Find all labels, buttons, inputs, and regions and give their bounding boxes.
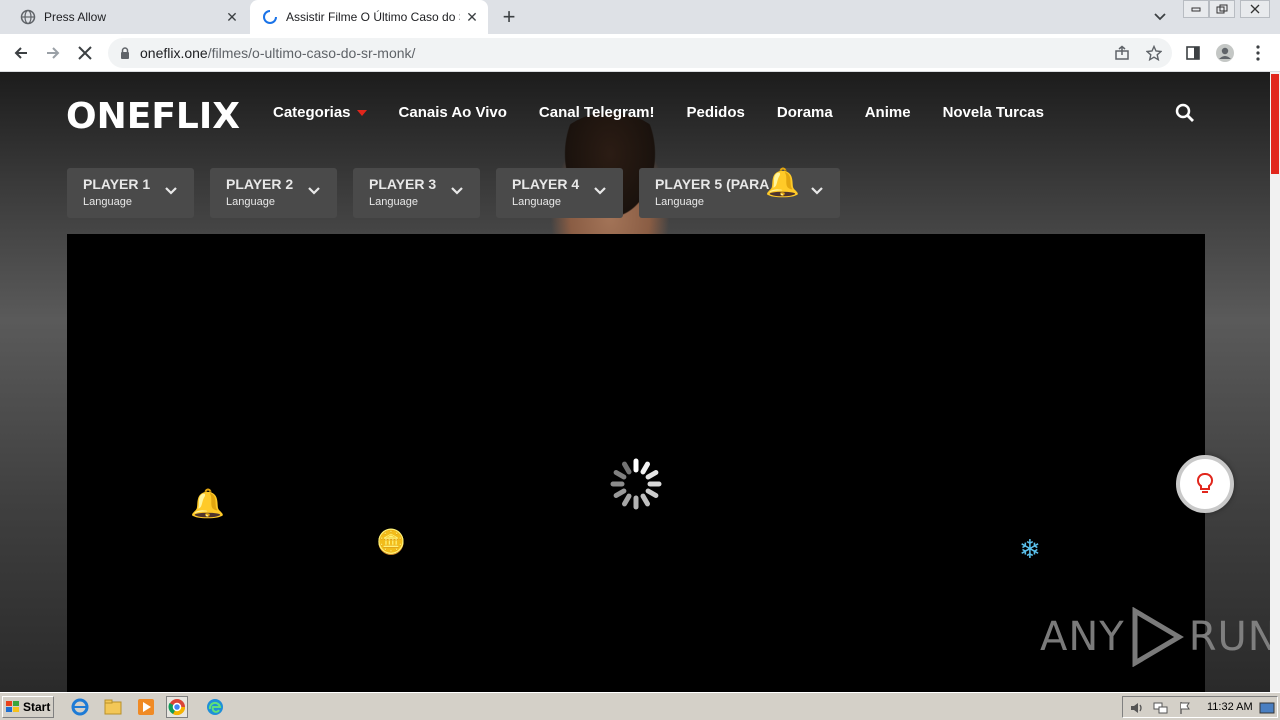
media-player-icon[interactable] bbox=[136, 697, 156, 717]
search-icon[interactable] bbox=[1174, 102, 1196, 124]
page-scrollbar[interactable] bbox=[1270, 72, 1280, 692]
main-nav: Categorias Canais Ao Vivo Canal Telegram… bbox=[273, 104, 1076, 121]
url-path: /filmes/o-ultimo-caso-do-sr-monk/ bbox=[207, 45, 416, 61]
player-language: Language bbox=[226, 196, 275, 208]
url-host: oneflix.one bbox=[140, 45, 208, 61]
ornament-icon: 🪙 bbox=[376, 529, 406, 556]
lock-icon[interactable] bbox=[120, 46, 130, 60]
profile-avatar-icon[interactable] bbox=[1210, 38, 1240, 68]
action-center-flag-icon[interactable] bbox=[1175, 698, 1195, 718]
tab-oneflix[interactable]: Assistir Filme O Último Caso do Sr. M ✕ bbox=[250, 0, 488, 34]
chevron-down-icon bbox=[450, 184, 464, 198]
scrollbar-thumb[interactable] bbox=[1271, 74, 1279, 174]
menu-kebab-icon[interactable] bbox=[1243, 38, 1273, 68]
close-window-button[interactable] bbox=[1240, 0, 1270, 18]
start-button[interactable]: Start bbox=[2, 696, 54, 718]
chevron-down-icon bbox=[307, 184, 321, 198]
edge-icon[interactable] bbox=[205, 697, 225, 717]
windows-flag-icon bbox=[6, 701, 19, 712]
snowflake-icon: ❄ bbox=[1019, 534, 1041, 564]
player-label: PLAYER 4 bbox=[512, 176, 580, 192]
player-label: PLAYER 1 bbox=[83, 176, 151, 192]
play-logo-icon bbox=[1132, 607, 1184, 667]
christmas-bells-icon: 🔔 bbox=[765, 167, 800, 198]
watermark-text-left: ANY bbox=[1040, 614, 1125, 660]
nav-item-anime[interactable]: Anime bbox=[865, 104, 911, 121]
close-tab-icon[interactable]: ✕ bbox=[460, 5, 484, 29]
loading-spinner-icon bbox=[610, 458, 662, 510]
nav-item-categorias[interactable]: Categorias bbox=[273, 104, 367, 121]
start-label: Start bbox=[23, 700, 51, 714]
internet-explorer-icon[interactable] bbox=[70, 697, 90, 717]
player-language: Language bbox=[369, 196, 418, 208]
nav-item-pedidos[interactable]: Pedidos bbox=[687, 104, 745, 121]
share-icon[interactable] bbox=[1114, 45, 1130, 61]
tab-search-chevron-icon[interactable] bbox=[1150, 8, 1170, 26]
nav-item-canais-ao-vivo[interactable]: Canais Ao Vivo bbox=[399, 104, 507, 121]
nav-item-dorama[interactable]: Dorama bbox=[777, 104, 833, 121]
lightbulb-icon bbox=[1196, 473, 1214, 493]
player-1-dropdown[interactable]: PLAYER 1 Language bbox=[67, 168, 194, 218]
christmas-bells-icon: 🔔 bbox=[190, 488, 225, 519]
browser-toolbar: oneflix.one/filmes/o-ultimo-caso-do-sr-m… bbox=[0, 34, 1280, 72]
web-page: ONEFLIX Categorias Canais Ao Vivo Canal … bbox=[0, 72, 1270, 692]
system-tray: 11:32 AM bbox=[1122, 696, 1278, 718]
network-icon[interactable] bbox=[1151, 698, 1171, 718]
tab-title: Assistir Filme O Último Caso do Sr. M bbox=[286, 10, 460, 24]
nav-item-novela-turcas[interactable]: Novela Turcas bbox=[943, 104, 1044, 121]
player-language: Language bbox=[512, 196, 561, 208]
tab-strip: Press Allow ✕ Assistir Filme O Último Ca… bbox=[0, 0, 1280, 34]
minimize-button[interactable] bbox=[1183, 0, 1209, 18]
forward-button[interactable] bbox=[38, 38, 68, 68]
tab-title: Press Allow bbox=[44, 10, 107, 24]
nav-label: Categorias bbox=[273, 104, 351, 121]
player-label: PLAYER 3 bbox=[369, 176, 437, 192]
player-language: Language bbox=[655, 196, 704, 208]
player-2-dropdown[interactable]: PLAYER 2 Language bbox=[210, 168, 337, 218]
back-button[interactable] bbox=[6, 38, 36, 68]
clock[interactable]: 11:32 AM bbox=[1207, 701, 1253, 713]
globe-icon bbox=[20, 9, 36, 25]
watermark-text-right: RUN bbox=[1188, 614, 1270, 660]
caret-down-icon bbox=[356, 109, 367, 116]
chevron-down-icon bbox=[164, 184, 178, 198]
tab-press-allow[interactable]: Press Allow ✕ bbox=[8, 0, 248, 34]
player-3-dropdown[interactable]: PLAYER 3 Language bbox=[353, 168, 480, 218]
bookmark-star-icon[interactable] bbox=[1146, 45, 1162, 61]
side-panel-icon[interactable] bbox=[1178, 38, 1208, 68]
volume-icon[interactable] bbox=[1127, 698, 1147, 718]
player-label: PLAYER 2 bbox=[226, 176, 294, 192]
player-language: Language bbox=[83, 196, 132, 208]
chevron-down-icon bbox=[810, 184, 824, 198]
show-desktop-icon[interactable] bbox=[1257, 698, 1277, 718]
url-text: oneflix.one/filmes/o-ultimo-caso-do-sr-m… bbox=[140, 45, 415, 61]
restore-button[interactable] bbox=[1209, 0, 1235, 18]
anyrun-watermark: ANY RUN bbox=[1040, 607, 1270, 667]
address-bar[interactable]: oneflix.one/filmes/o-ultimo-caso-do-sr-m… bbox=[108, 38, 1172, 68]
file-explorer-icon[interactable] bbox=[103, 697, 123, 717]
player-label: PLAYER 5 (PARA bbox=[655, 176, 770, 192]
nav-item-canal-telegram[interactable]: Canal Telegram! bbox=[539, 104, 655, 121]
chrome-taskbar-icon[interactable] bbox=[166, 696, 188, 718]
player-4-dropdown[interactable]: PLAYER 4 Language bbox=[496, 168, 623, 218]
player-5-dropdown[interactable]: PLAYER 5 (PARA Language bbox=[639, 168, 840, 218]
loading-spinner-icon bbox=[262, 9, 278, 25]
site-logo[interactable]: ONEFLIX bbox=[66, 96, 240, 137]
windows-taskbar: Start 11:32 AM bbox=[0, 692, 1280, 720]
lightbulb-toggle-button[interactable] bbox=[1176, 455, 1234, 513]
chevron-down-icon bbox=[593, 184, 607, 198]
stop-loading-button[interactable] bbox=[70, 38, 100, 68]
video-player[interactable]: 🔔 🪙 ❄ bbox=[67, 234, 1205, 692]
new-tab-button[interactable]: + bbox=[496, 4, 522, 29]
close-tab-icon[interactable]: ✕ bbox=[220, 5, 244, 29]
